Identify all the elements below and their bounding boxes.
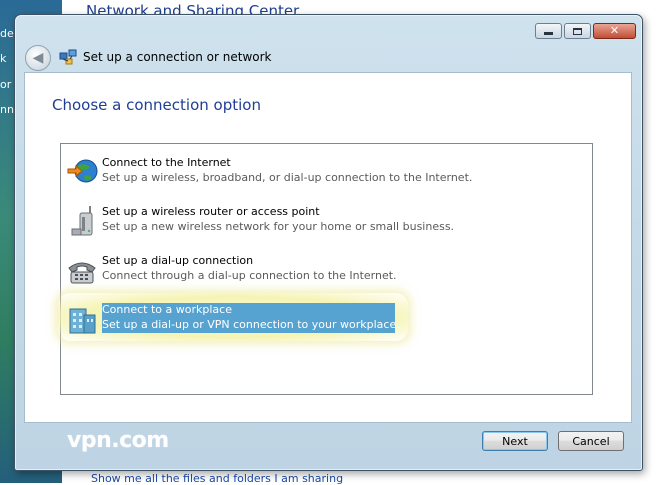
option-title: Set up a dial-up connection (102, 254, 254, 267)
dialog-content: Choose a connection option Connect to th… (24, 72, 632, 423)
share-files-link[interactable]: Show me all the files and folders I am s… (91, 472, 343, 485)
option-description: Connect through a dial-up connection to … (102, 269, 397, 282)
option-description: Set up a dial-up or VPN connection to yo… (102, 318, 400, 331)
dialog-header: ◀ Set up a connection or network (23, 42, 623, 72)
close-button[interactable]: ✕ (593, 23, 636, 39)
minimize-icon (544, 32, 553, 35)
next-button[interactable]: Next (482, 431, 548, 451)
option-title: Set up a wireless router or access point (102, 205, 320, 218)
dialog-title: Set up a connection or network (83, 50, 272, 64)
back-arrow-icon: ◀ (32, 50, 44, 66)
option-title: Connect to a workplace (102, 303, 232, 316)
globe-icon (67, 159, 98, 183)
maximize-button[interactable] (564, 23, 591, 39)
setup-connection-dialog: ✕ ◀ Set up a connection or network Choos… (14, 14, 643, 471)
phone-icon (68, 262, 96, 284)
workplace-icon (69, 308, 96, 334)
close-icon: ✕ (609, 24, 620, 37)
cancel-button[interactable]: Cancel (558, 431, 624, 451)
page-title: Choose a connection option (52, 96, 261, 114)
back-button[interactable]: ◀ (25, 45, 51, 71)
vpn-watermark-logo: vpn.com (67, 428, 169, 453)
option-description: Set up a wireless, broadband, or dial-up… (102, 171, 473, 184)
option-wireless-router[interactable]: Set up a wireless router or access point… (66, 205, 586, 247)
maximize-icon (573, 27, 582, 35)
sidebar-fragment: de (0, 27, 14, 40)
router-icon (71, 206, 93, 236)
window-controls: ✕ (535, 23, 636, 39)
connection-options-list[interactable]: Connect to the Internet Set up a wireles… (58, 143, 593, 395)
option-description: Set up a new wireless network for your h… (102, 220, 455, 233)
sidebar-fragment: or (0, 78, 12, 91)
option-title: Connect to the Internet (102, 156, 231, 169)
option-connect-internet[interactable]: Connect to the Internet Set up a wireles… (66, 156, 586, 198)
sidebar-fragment: k (0, 52, 7, 65)
minimize-button[interactable] (535, 23, 562, 39)
network-setup-icon (59, 49, 77, 65)
option-connect-workplace[interactable]: Connect to a workplace Set up a dial-up … (58, 293, 586, 345)
option-dial-up[interactable]: Set up a dial-up connection Connect thro… (66, 254, 586, 296)
